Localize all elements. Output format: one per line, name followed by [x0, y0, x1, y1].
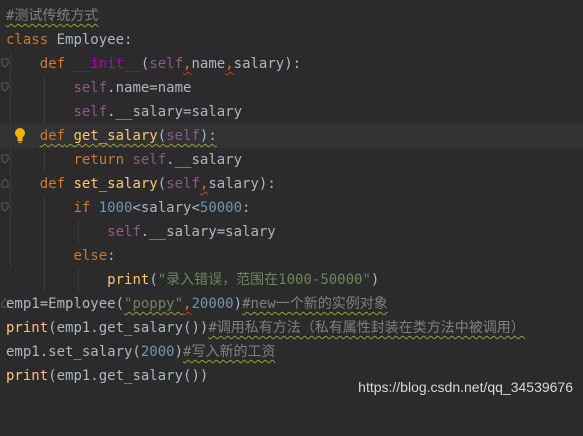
- function-name: print: [6, 320, 49, 336]
- class-name: Employee: [48, 32, 125, 48]
- code-text: emp1=Employee(: [6, 296, 125, 312]
- comment: #测试传统方式: [6, 8, 99, 24]
- string-literal: "录入错误，范围在1000-50000": [157, 272, 371, 288]
- keyword: if: [73, 200, 91, 216]
- keyword: return: [73, 152, 125, 168]
- punctuation: :: [107, 248, 116, 264]
- punctuation: ): [174, 344, 184, 360]
- self-keyword: self: [73, 80, 108, 96]
- keyword: else: [73, 248, 108, 264]
- code-text: emp1.set_salary(: [6, 344, 141, 360]
- keyword: def: [39, 56, 66, 72]
- code-text: .__salary=salary: [140, 224, 276, 240]
- code-text: (emp1.get_salary()): [48, 320, 209, 336]
- keyword: class: [6, 32, 49, 48]
- number: 50000: [199, 200, 243, 216]
- code-line[interactable]: self.__salary=salary: [0, 220, 583, 244]
- punctuation: (: [149, 272, 158, 288]
- code-line[interactable]: emp1.set_salary(2000)#写入新的工资: [0, 340, 583, 364]
- code-line[interactable]: else:: [0, 244, 583, 268]
- watermark: https://blog.csdn.net/qq_34539676: [358, 379, 573, 395]
- string-literal: "poppy": [124, 296, 184, 312]
- function-name: set_salary: [73, 176, 158, 192]
- self-keyword: self: [166, 176, 200, 192]
- number: 20000: [191, 296, 234, 312]
- code-editor[interactable]: #测试传统方式 class Employee: def __init__(sel…: [0, 4, 583, 398]
- punctuation: :: [242, 200, 251, 216]
- self-keyword: self: [149, 56, 184, 72]
- code-text: <salary<: [132, 200, 200, 216]
- function-name: print: [107, 272, 150, 288]
- punctuation: ):: [199, 128, 217, 144]
- punctuation: ):: [258, 176, 276, 192]
- code-line[interactable]: return self.__salary: [0, 148, 583, 188]
- code-line[interactable]: class Employee:: [0, 28, 583, 68]
- parameter: salary: [208, 176, 259, 192]
- punctuation: ,: [225, 56, 234, 72]
- code-line[interactable]: print("录入错误，范围在1000-50000"): [0, 268, 583, 308]
- punctuation: ):: [284, 56, 302, 72]
- comment: #调用私有方法（私有属性封装在类方法中被调用）: [208, 320, 525, 336]
- number: 1000: [98, 200, 133, 216]
- self-keyword: self: [107, 224, 141, 240]
- punctuation: ): [370, 272, 380, 288]
- code-text: .__salary: [166, 152, 243, 168]
- code-line[interactable]: self.name=name: [0, 76, 583, 100]
- punctuation: :: [124, 32, 133, 48]
- comment: #new一个新的实例对象: [242, 296, 388, 312]
- code-line[interactable]: emp1=Employee("poppy",20000)#new一个新的实例对象: [0, 292, 583, 316]
- function-name: get_salary: [73, 128, 158, 144]
- self-keyword: self: [166, 128, 200, 144]
- parameter: name: [191, 56, 226, 72]
- self-keyword: self: [132, 152, 167, 168]
- code-text: .name=name: [107, 80, 192, 96]
- code-line[interactable]: def __init__(self,name,salary):: [0, 52, 583, 92]
- code-line[interactable]: def set_salary(self,salary):: [0, 172, 583, 212]
- function-name: print: [6, 368, 49, 384]
- code-line-current[interactable]: def get_salary(self):: [0, 124, 583, 164]
- number: 2000: [140, 344, 175, 360]
- self-keyword: self: [73, 104, 108, 120]
- comment: #写入新的工资: [183, 344, 276, 360]
- punctuation: (: [157, 128, 167, 144]
- code-text: .__salary=salary: [107, 104, 243, 120]
- code-text: (emp1.get_salary()): [48, 368, 209, 384]
- code-line[interactable]: #测试传统方式: [0, 4, 583, 28]
- code-line[interactable]: print(emp1.get_salary())#调用私有方法（私有属性封装在类…: [0, 316, 583, 340]
- punctuation: (: [157, 176, 167, 192]
- code-line[interactable]: if 1000<salary<50000:: [0, 196, 583, 220]
- parameter: salary: [233, 56, 285, 72]
- punctuation: ): [233, 296, 243, 312]
- code-line[interactable]: self.__salary=salary: [0, 100, 583, 140]
- function-name: __init__: [73, 56, 141, 72]
- keyword: def: [39, 176, 66, 192]
- keyword: def: [39, 128, 66, 144]
